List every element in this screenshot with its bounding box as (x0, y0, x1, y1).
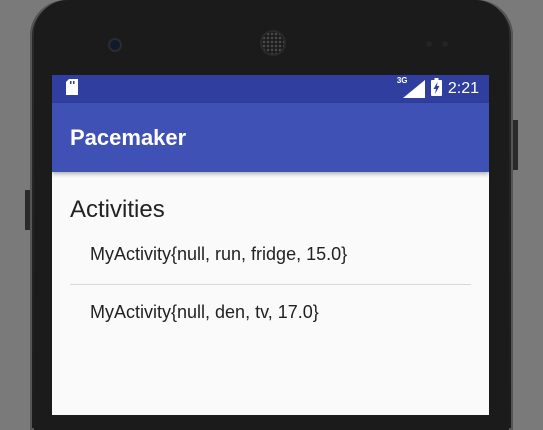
power-button[interactable] (513, 120, 518, 170)
battery-charging-icon (430, 77, 442, 101)
front-camera (110, 40, 120, 50)
main-content: Activities MyActivity{null, run, fridge,… (52, 172, 489, 342)
list-item[interactable]: MyActivity{null, den, tv, 17.0} (70, 285, 471, 342)
status-time: 2:21 (447, 80, 479, 97)
proximity-sensor (426, 41, 432, 47)
list-item[interactable]: MyActivity{null, run, fridge, 15.0} (70, 238, 471, 285)
activity-list: MyActivity{null, run, fridge, 15.0} MyAc… (70, 238, 471, 342)
status-bar: 3G 2:21 (52, 75, 489, 103)
light-sensor (442, 41, 448, 47)
app-title: Pacemaker (70, 124, 187, 150)
screen: 3G 2:21 Pacemaker Activities MyActivity{… (52, 75, 489, 415)
volume-button[interactable] (25, 190, 30, 230)
earpiece-speaker (262, 32, 284, 54)
signal-icon: 3G (397, 76, 425, 98)
sd-card-icon (66, 78, 78, 100)
page-title: Activities (70, 196, 165, 223)
app-bar: Pacemaker (52, 103, 489, 172)
